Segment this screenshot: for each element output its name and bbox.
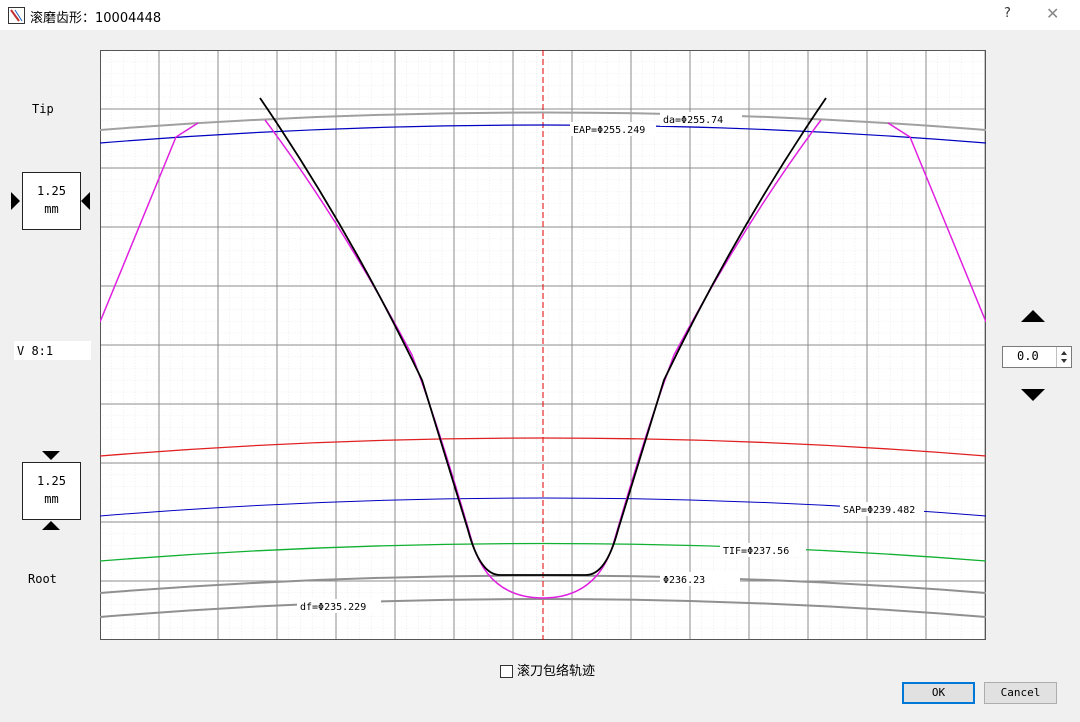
hob-envelope-option[interactable]: 滚刀包络轨迹	[500, 660, 595, 679]
eap-label: EAP=Φ255.249	[573, 125, 645, 136]
ratio-label: V 8:1	[17, 344, 54, 358]
ratio-field: V 8:1	[14, 341, 91, 360]
offset-value: 0.0	[1017, 349, 1039, 363]
window-title: 滚磨齿形：10004448	[30, 11, 162, 26]
mid-label: Φ236.23	[663, 575, 705, 586]
app-icon	[8, 7, 25, 24]
move-down-arrow-icon[interactable]	[1021, 389, 1045, 401]
cancel-button[interactable]: Cancel	[984, 682, 1057, 704]
left-arrow-icon[interactable]	[11, 192, 20, 210]
help-button[interactable]: ?	[1004, 6, 1011, 21]
title-bar: 滚磨齿形：10004448 ? ✕	[0, 0, 1080, 30]
hob-envelope-label: 滚刀包络轨迹	[517, 664, 596, 679]
hob-envelope-checkbox[interactable]	[500, 665, 513, 678]
da-label: da=Φ255.74	[663, 115, 723, 126]
right-arrow-icon[interactable]	[81, 192, 90, 210]
df-label: df=Φ235.229	[300, 602, 366, 613]
close-button[interactable]: ✕	[1046, 4, 1059, 23]
tif-label: TIF=Φ237.56	[723, 546, 789, 557]
sap-label: SAP=Φ239.482	[843, 505, 915, 516]
root-label: Root	[28, 572, 57, 586]
lower-scale-unit: mm	[44, 492, 59, 506]
move-up-arrow-icon[interactable]	[1021, 310, 1045, 322]
upper-scale-unit: mm	[44, 202, 59, 216]
ok-button[interactable]: OK	[902, 682, 975, 704]
lower-scale-box: 1.25 mm	[22, 462, 81, 520]
down-arrow-icon[interactable]	[42, 451, 60, 460]
gear-profile-plot: da=Φ255.74 EAP=Φ255.249 SAP=Φ239.482 TIF…	[100, 50, 986, 640]
upper-scale-value: 1.25	[37, 184, 66, 198]
up-arrow-icon[interactable]	[42, 521, 60, 530]
lower-scale-value: 1.25	[37, 474, 66, 488]
tip-label: Tip	[32, 102, 54, 116]
offset-spinbox[interactable]: 0.0	[1002, 346, 1072, 368]
spin-buttons[interactable]	[1056, 347, 1071, 367]
upper-scale-box: 1.25 mm	[22, 172, 81, 230]
